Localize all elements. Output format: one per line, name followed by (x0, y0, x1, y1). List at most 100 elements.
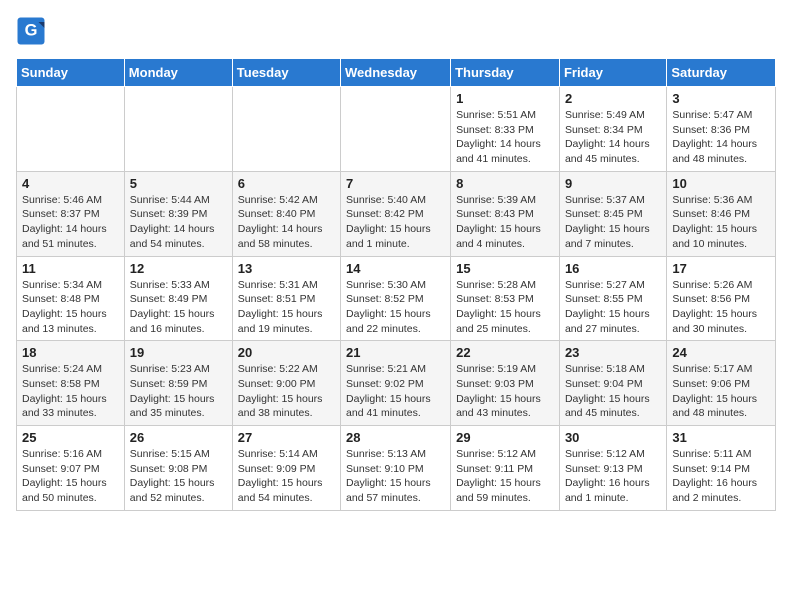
day-info: Sunrise: 5:13 AM Sunset: 9:10 PM Dayligh… (346, 447, 445, 506)
calendar-cell: 31 Sunrise: 5:11 AM Sunset: 9:14 PM Dayli… (667, 426, 776, 511)
weekday-header: Sunday (17, 59, 125, 87)
calendar-cell: 9 Sunrise: 5:37 AM Sunset: 8:45 PM Daylig… (559, 171, 666, 256)
weekday-header: Monday (124, 59, 232, 87)
day-info: Sunrise: 5:26 AM Sunset: 8:56 PM Dayligh… (672, 278, 770, 337)
day-info: Sunrise: 5:12 AM Sunset: 9:13 PM Dayligh… (565, 447, 661, 506)
weekday-header: Thursday (451, 59, 560, 87)
calendar-cell: 24Sunrise: 5:17 AM Sunset: 9:06 PM Dayli… (667, 341, 776, 426)
day-info: Sunrise: 5:49 AM Sunset: 8:34 PM Dayligh… (565, 108, 661, 167)
day-info: Sunrise: 5:40 AM Sunset: 8:42 PM Dayligh… (346, 193, 445, 252)
day-number: 17 (672, 261, 770, 276)
calendar-week-row: 18Sunrise: 5:24 AM Sunset: 8:58 PM Dayli… (17, 341, 776, 426)
calendar-week-row: 1 Sunrise: 5:51 AM Sunset: 8:33 PM Daylig… (17, 87, 776, 172)
calendar-cell (232, 87, 340, 172)
day-number: 31 (672, 430, 770, 445)
calendar-cell: 11Sunrise: 5:34 AM Sunset: 8:48 PM Dayli… (17, 256, 125, 341)
calendar-cell: 2 Sunrise: 5:49 AM Sunset: 8:34 PM Daylig… (559, 87, 666, 172)
day-number: 16 (565, 261, 661, 276)
day-info: Sunrise: 5:44 AM Sunset: 8:39 PM Dayligh… (130, 193, 227, 252)
weekday-header: Wednesday (341, 59, 451, 87)
day-number: 4 (22, 176, 119, 191)
day-info: Sunrise: 5:16 AM Sunset: 9:07 PM Dayligh… (22, 447, 119, 506)
day-number: 20 (238, 345, 335, 360)
calendar-cell: 14Sunrise: 5:30 AM Sunset: 8:52 PM Dayli… (341, 256, 451, 341)
day-number: 2 (565, 91, 661, 106)
day-number: 25 (22, 430, 119, 445)
day-number: 26 (130, 430, 227, 445)
day-info: Sunrise: 5:46 AM Sunset: 8:37 PM Dayligh… (22, 193, 119, 252)
calendar-table: SundayMondayTuesdayWednesdayThursdayFrid… (16, 58, 776, 511)
day-info: Sunrise: 5:24 AM Sunset: 8:58 PM Dayligh… (22, 362, 119, 421)
day-info: Sunrise: 5:36 AM Sunset: 8:46 PM Dayligh… (672, 193, 770, 252)
day-info: Sunrise: 5:23 AM Sunset: 8:59 PM Dayligh… (130, 362, 227, 421)
calendar-week-row: 11Sunrise: 5:34 AM Sunset: 8:48 PM Dayli… (17, 256, 776, 341)
day-number: 23 (565, 345, 661, 360)
calendar-cell: 18Sunrise: 5:24 AM Sunset: 8:58 PM Dayli… (17, 341, 125, 426)
day-info: Sunrise: 5:28 AM Sunset: 8:53 PM Dayligh… (456, 278, 554, 337)
logo-icon: G (16, 16, 46, 46)
calendar-cell: 3Sunrise: 5:47 AM Sunset: 8:36 PM Daylig… (667, 87, 776, 172)
day-info: Sunrise: 5:51 AM Sunset: 8:33 PM Dayligh… (456, 108, 554, 167)
calendar-cell: 17 Sunrise: 5:26 AM Sunset: 8:56 PM Dayli… (667, 256, 776, 341)
calendar-cell (17, 87, 125, 172)
calendar-cell: 19 Sunrise: 5:23 AM Sunset: 8:59 PM Dayli… (124, 341, 232, 426)
calendar-cell: 23 Sunrise: 5:18 AM Sunset: 9:04 PM Dayli… (559, 341, 666, 426)
calendar-cell: 29Sunrise: 5:12 AM Sunset: 9:11 PM Dayli… (451, 426, 560, 511)
calendar-cell: 20 Sunrise: 5:22 AM Sunset: 9:00 PM Dayli… (232, 341, 340, 426)
day-info: Sunrise: 5:19 AM Sunset: 9:03 PM Dayligh… (456, 362, 554, 421)
day-number: 19 (130, 345, 227, 360)
day-number: 28 (346, 430, 445, 445)
day-number: 1 (456, 91, 554, 106)
logo: G (16, 16, 50, 46)
calendar-cell: 30 Sunrise: 5:12 AM Sunset: 9:13 PM Dayli… (559, 426, 666, 511)
day-number: 10 (672, 176, 770, 191)
weekday-header-row: SundayMondayTuesdayWednesdayThursdayFrid… (17, 59, 776, 87)
calendar-cell: 6 Sunrise: 5:42 AM Sunset: 8:40 PM Daylig… (232, 171, 340, 256)
day-number: 6 (238, 176, 335, 191)
day-info: Sunrise: 5:18 AM Sunset: 9:04 PM Dayligh… (565, 362, 661, 421)
calendar-week-row: 4 Sunrise: 5:46 AM Sunset: 8:37 PM Daylig… (17, 171, 776, 256)
day-info: Sunrise: 5:39 AM Sunset: 8:43 PM Dayligh… (456, 193, 554, 252)
day-info: Sunrise: 5:33 AM Sunset: 8:49 PM Dayligh… (130, 278, 227, 337)
day-info: Sunrise: 5:21 AM Sunset: 9:02 PM Dayligh… (346, 362, 445, 421)
day-number: 13 (238, 261, 335, 276)
calendar-cell: 26 Sunrise: 5:15 AM Sunset: 9:08 PM Dayli… (124, 426, 232, 511)
day-info: Sunrise: 5:42 AM Sunset: 8:40 PM Dayligh… (238, 193, 335, 252)
calendar-cell: 27 Sunrise: 5:14 AM Sunset: 9:09 PM Dayli… (232, 426, 340, 511)
calendar-cell: 7 Sunrise: 5:40 AM Sunset: 8:42 PM Daylig… (341, 171, 451, 256)
day-number: 5 (130, 176, 227, 191)
day-number: 7 (346, 176, 445, 191)
calendar-cell: 22Sunrise: 5:19 AM Sunset: 9:03 PM Dayli… (451, 341, 560, 426)
calendar-cell (341, 87, 451, 172)
weekday-header: Tuesday (232, 59, 340, 87)
day-info: Sunrise: 5:37 AM Sunset: 8:45 PM Dayligh… (565, 193, 661, 252)
day-info: Sunrise: 5:15 AM Sunset: 9:08 PM Dayligh… (130, 447, 227, 506)
calendar-cell: 16 Sunrise: 5:27 AM Sunset: 8:55 PM Dayli… (559, 256, 666, 341)
day-number: 12 (130, 261, 227, 276)
day-info: Sunrise: 5:22 AM Sunset: 9:00 PM Dayligh… (238, 362, 335, 421)
day-number: 3 (672, 91, 770, 106)
calendar-cell: 13Sunrise: 5:31 AM Sunset: 8:51 PM Dayli… (232, 256, 340, 341)
day-info: Sunrise: 5:14 AM Sunset: 9:09 PM Dayligh… (238, 447, 335, 506)
calendar-cell (124, 87, 232, 172)
svg-text:G: G (25, 22, 38, 40)
day-info: Sunrise: 5:17 AM Sunset: 9:06 PM Dayligh… (672, 362, 770, 421)
day-number: 9 (565, 176, 661, 191)
day-info: Sunrise: 5:27 AM Sunset: 8:55 PM Dayligh… (565, 278, 661, 337)
day-number: 14 (346, 261, 445, 276)
weekday-header: Saturday (667, 59, 776, 87)
calendar-cell: 4 Sunrise: 5:46 AM Sunset: 8:37 PM Daylig… (17, 171, 125, 256)
day-number: 27 (238, 430, 335, 445)
day-number: 8 (456, 176, 554, 191)
calendar-cell: 28 Sunrise: 5:13 AM Sunset: 9:10 PM Dayli… (341, 426, 451, 511)
calendar-cell: 5 Sunrise: 5:44 AM Sunset: 8:39 PM Daylig… (124, 171, 232, 256)
calendar-cell: 12 Sunrise: 5:33 AM Sunset: 8:49 PM Dayli… (124, 256, 232, 341)
day-info: Sunrise: 5:12 AM Sunset: 9:11 PM Dayligh… (456, 447, 554, 506)
calendar-cell: 21Sunrise: 5:21 AM Sunset: 9:02 PM Dayli… (341, 341, 451, 426)
day-info: Sunrise: 5:34 AM Sunset: 8:48 PM Dayligh… (22, 278, 119, 337)
calendar-cell: 8 Sunrise: 5:39 AM Sunset: 8:43 PM Daylig… (451, 171, 560, 256)
day-info: Sunrise: 5:11 AM Sunset: 9:14 PM Dayligh… (672, 447, 770, 506)
day-number: 15 (456, 261, 554, 276)
day-number: 30 (565, 430, 661, 445)
calendar-cell: 25 Sunrise: 5:16 AM Sunset: 9:07 PM Dayli… (17, 426, 125, 511)
